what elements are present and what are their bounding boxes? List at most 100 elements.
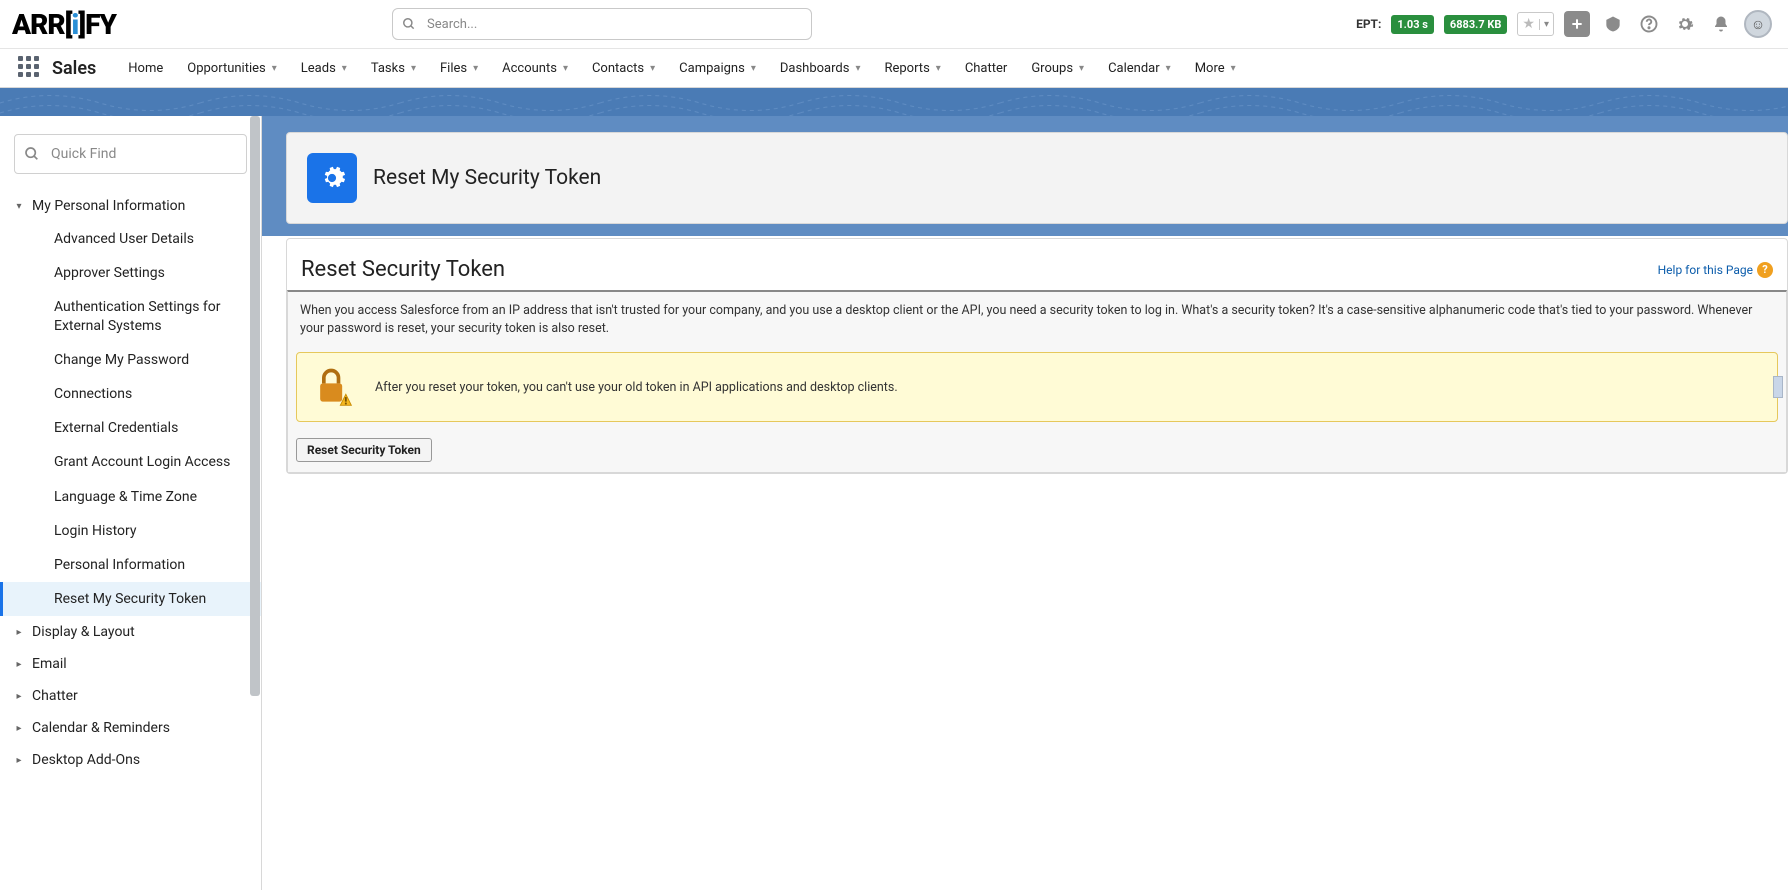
plus-icon[interactable]: [1564, 11, 1590, 37]
caret-right-icon: [14, 691, 24, 702]
lock-warning-icon: [311, 365, 355, 409]
nav-groups[interactable]: Groups ▾: [1019, 48, 1096, 88]
chevron-down-icon[interactable]: ▾: [1539, 19, 1553, 30]
chevron-down-icon[interactable]: ▾: [855, 63, 860, 74]
nav-dashboards[interactable]: Dashboards▾: [768, 48, 873, 88]
body-heading-row: Reset Security Token Help for this Page …: [287, 257, 1787, 290]
nav-files[interactable]: Files▾: [428, 48, 490, 88]
tree-item-change-my-password[interactable]: Change My Password: [0, 343, 261, 377]
chevron-down-icon[interactable]: ▾: [342, 63, 347, 74]
salesforce-help-icon[interactable]: [1600, 11, 1626, 37]
tree-item-label: Reset My Security Token: [54, 590, 206, 608]
user-avatar[interactable]: ☺: [1744, 10, 1772, 38]
tree-section-label: Display & Layout: [32, 624, 135, 640]
chevron-down-icon[interactable]: ▾: [272, 63, 277, 74]
global-search-wrap: [392, 8, 812, 40]
nav-campaigns[interactable]: Campaigns ▾: [667, 48, 768, 88]
global-search-input[interactable]: [392, 8, 812, 40]
tree-section-calendar-reminders[interactable]: Calendar & Reminders: [0, 712, 261, 744]
org-logo: ARR[i]FY: [8, 8, 116, 41]
nav-calendar[interactable]: Calendar ▾: [1096, 48, 1183, 88]
nav-label: Campaigns: [679, 61, 745, 76]
nav-label: Calendar: [1108, 61, 1160, 76]
nav-more[interactable]: More▾: [1183, 48, 1248, 88]
favorites-control[interactable]: ★ ▾: [1517, 12, 1554, 36]
caret-right-icon: [14, 755, 24, 766]
chevron-down-icon[interactable]: ▾: [936, 63, 941, 74]
tree-item-label: Connections: [54, 385, 132, 403]
nav-label: Groups: [1031, 61, 1073, 76]
nav-chatter[interactable]: Chatter: [953, 48, 1020, 88]
quick-find-input[interactable]: [14, 134, 247, 174]
global-header: ARR[i]FY EPT: 1.03 s 6883.7 KB ★ ▾ ☺: [0, 0, 1788, 48]
nav-label: Contacts: [592, 61, 644, 76]
question-icon[interactable]: [1636, 11, 1662, 37]
ept-size-badge: 6883.7 KB: [1444, 15, 1508, 34]
nav-label: Chatter: [965, 61, 1008, 76]
tree-item-external-credentials[interactable]: External Credentials: [0, 411, 261, 445]
tree-item-grant-account-login-access[interactable]: Grant Account Login Access: [0, 445, 261, 479]
tree-item-login-history[interactable]: Login History: [0, 514, 261, 548]
tree-item-approver-settings[interactable]: Approver Settings: [0, 256, 261, 290]
primary-nav: Sales Home Opportunities▾ Leads▾ Tasks▾ …: [0, 48, 1788, 88]
page-header-card: Reset My Security Token: [286, 132, 1788, 224]
tree-section-display-layout[interactable]: Display & Layout: [0, 616, 261, 648]
tree-section-label: Email: [32, 656, 67, 672]
tree-item-connections[interactable]: Connections: [0, 377, 261, 411]
warning-text: After you reset your token, you can't us…: [375, 380, 898, 395]
caret-right-icon: [14, 627, 24, 638]
warning-banner: After you reset your token, you can't us…: [296, 352, 1778, 422]
caret-right-icon: [14, 659, 24, 670]
app-launcher-icon[interactable]: [18, 56, 42, 80]
sidebar-scrollbar[interactable]: [247, 116, 261, 890]
nav-tasks[interactable]: Tasks ▾: [359, 48, 428, 88]
help-question-icon: ?: [1757, 262, 1773, 278]
nav-opportunities[interactable]: Opportunities ▾: [175, 48, 289, 88]
help-link-label: Help for this Page: [1658, 263, 1753, 277]
page-body-card: Reset Security Token Help for this Page …: [286, 238, 1788, 474]
tree-section-label: My Personal Information: [32, 198, 185, 214]
nav-accounts[interactable]: Accounts ▾: [490, 48, 580, 88]
chevron-down-icon[interactable]: ▾: [650, 63, 655, 74]
nav-contacts[interactable]: Contacts ▾: [580, 48, 667, 88]
tree-item-personal-information[interactable]: Personal Information: [0, 548, 261, 582]
chevron-down-icon[interactable]: ▾: [751, 63, 756, 74]
tree-item-advanced-user-details[interactable]: Advanced User Details: [0, 222, 261, 256]
collapse-handle[interactable]: [1773, 376, 1783, 398]
chevron-down-icon[interactable]: ▾: [473, 63, 478, 74]
gear-icon: [307, 153, 357, 203]
tree-section-my-personal-information[interactable]: My Personal Information: [0, 190, 261, 222]
nav-reports[interactable]: Reports ▾: [872, 48, 952, 88]
content-area: Reset My Security Token Reset Security T…: [262, 116, 1788, 890]
nav-label: Opportunities: [187, 61, 265, 76]
tree-item-label: Approver Settings: [54, 264, 165, 282]
description-text: When you access Salesforce from an IP ad…: [288, 292, 1786, 348]
nav-label: Leads: [301, 61, 336, 76]
scrollbar-thumb[interactable]: [250, 116, 260, 696]
chevron-down-icon[interactable]: ▾: [1079, 63, 1084, 74]
nav-leads[interactable]: Leads ▾: [289, 48, 359, 88]
tree-section-label: Calendar & Reminders: [32, 720, 170, 736]
tree-section-desktop-add-ons[interactable]: Desktop Add-Ons: [0, 744, 261, 776]
decorative-strip: [0, 88, 1788, 116]
chevron-down-icon[interactable]: ▾: [1166, 63, 1171, 74]
chevron-down-icon[interactable]: ▾: [411, 63, 416, 74]
bell-icon[interactable]: [1708, 11, 1734, 37]
help-for-this-page-link[interactable]: Help for this Page ?: [1658, 262, 1773, 278]
page-header-title: Reset My Security Token: [373, 166, 601, 190]
nav-label: Accounts: [502, 61, 557, 76]
nav-label: Reports: [884, 61, 929, 76]
chevron-down-icon[interactable]: ▾: [1231, 63, 1236, 74]
gear-icon[interactable]: [1672, 11, 1698, 37]
chevron-down-icon[interactable]: ▾: [563, 63, 568, 74]
tree-item-reset-my-security-token[interactable]: Reset My Security Token: [0, 582, 261, 616]
nav-label: Tasks: [371, 61, 405, 76]
tree-item-language-time-zone[interactable]: Language & Time Zone: [0, 480, 261, 514]
reset-security-token-button[interactable]: Reset Security Token: [296, 438, 432, 462]
tree-item-label: Login History: [54, 522, 137, 540]
star-icon[interactable]: ★: [1518, 16, 1539, 32]
tree-item-authentication-settings[interactable]: Authentication Settings for External Sys…: [0, 290, 261, 342]
tree-section-email[interactable]: Email: [0, 648, 261, 680]
tree-section-chatter[interactable]: Chatter: [0, 680, 261, 712]
nav-home[interactable]: Home: [116, 48, 175, 88]
